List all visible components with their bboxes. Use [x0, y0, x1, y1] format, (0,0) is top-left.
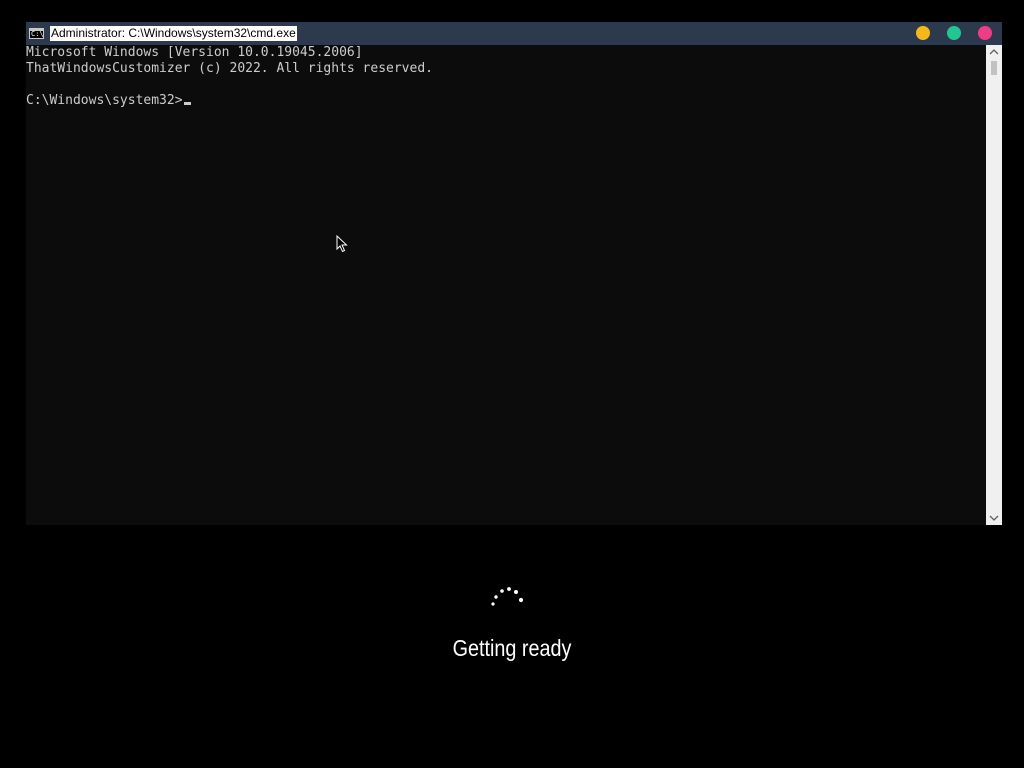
console-output[interactable]: Microsoft Windows [Version 10.0.19045.20…: [26, 45, 986, 525]
console-line-version: Microsoft Windows [Version 10.0.19045.20…: [26, 45, 363, 60]
loading-dots-icon: [488, 584, 528, 610]
close-button[interactable]: [978, 26, 992, 40]
desktop-screen: C:\ Administrator: C:\Windows\system32\c…: [0, 0, 1024, 768]
minimize-button[interactable]: [916, 26, 930, 40]
command-prompt-window[interactable]: C:\ Administrator: C:\Windows\system32\c…: [26, 22, 1002, 525]
title-bar[interactable]: C:\ Administrator: C:\Windows\system32\c…: [26, 22, 1002, 45]
mouse-pointer-icon: [336, 234, 348, 253]
cmd-app-icon[interactable]: C:\: [29, 28, 44, 39]
text-cursor: [183, 102, 191, 105]
scroll-up-arrow-icon[interactable]: [986, 45, 1002, 59]
vertical-scrollbar[interactable]: [986, 45, 1002, 525]
window-title: Administrator: C:\Windows\system32\cmd.e…: [50, 26, 297, 41]
console-line-copyright: ThatWindowsCustomizer (c) 2022. All righ…: [26, 61, 433, 76]
scroll-down-arrow-icon[interactable]: [986, 511, 1002, 525]
console-prompt-line[interactable]: C:\Windows\system32>: [26, 93, 986, 109]
cmd-icon-glyph: C:\: [31, 30, 44, 38]
setup-status-text: Getting ready: [452, 635, 572, 661]
command-prompt: C:\Windows\system32>: [26, 93, 183, 108]
maximize-button[interactable]: [947, 26, 961, 40]
scroll-thumb[interactable]: [991, 61, 997, 75]
